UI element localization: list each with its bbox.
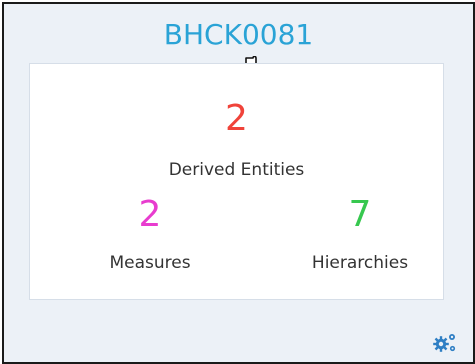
- hierarchies-count[interactable]: 7: [290, 195, 430, 235]
- gears-icon[interactable]: [432, 331, 458, 355]
- stats-panel: 2 Derived Entities 2 Measures 7 Hierarch…: [29, 63, 444, 300]
- measures-label: Measures: [109, 253, 191, 273]
- derived-entities-count[interactable]: 2: [30, 99, 443, 139]
- derived-entities-label: Derived Entities: [168, 160, 305, 180]
- entity-card: BHCK0081 2 Derived Entities 2 Measures 7…: [2, 2, 475, 364]
- hierarchies-label: Hierarchies: [311, 253, 409, 273]
- card-title-link[interactable]: BHCK0081: [4, 18, 473, 52]
- measures-count[interactable]: 2: [100, 195, 200, 235]
